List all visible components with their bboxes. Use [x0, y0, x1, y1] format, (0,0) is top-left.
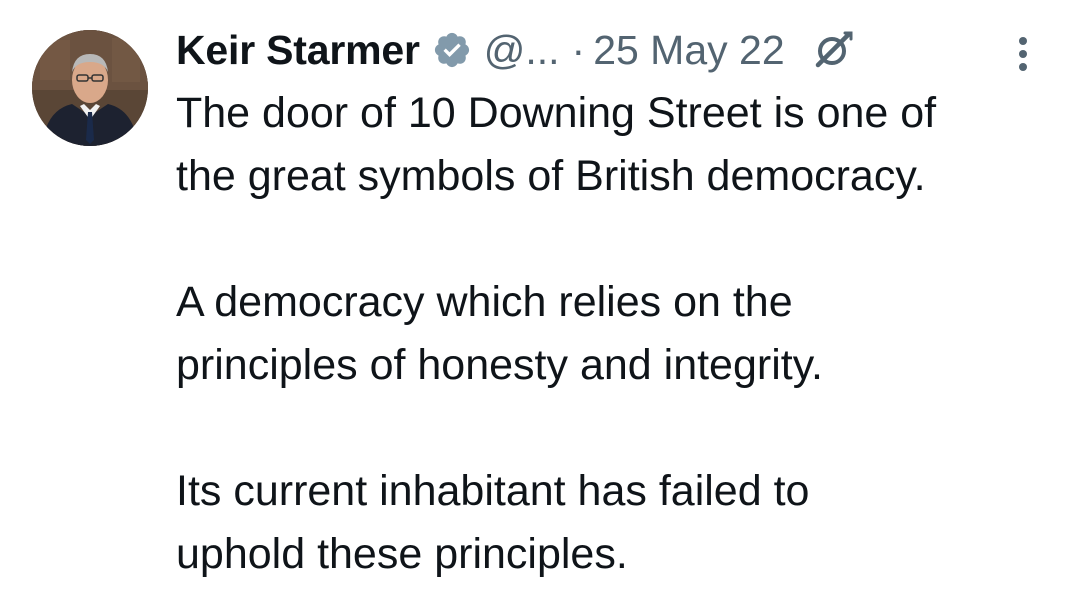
tweet-date[interactable]: 25 May 22: [593, 27, 784, 74]
tweet-text-line: the great symbols of British democracy.: [176, 152, 926, 200]
tweet-paragraph: Its current inhabitant has failed to uph…: [176, 460, 1066, 586]
verified-badge-icon[interactable]: [432, 30, 472, 70]
display-name[interactable]: Keir Starmer: [176, 27, 420, 74]
tweet-paragraph: A democracy which relies on the principl…: [176, 271, 1066, 397]
more-options-icon[interactable]: [1008, 34, 1038, 74]
tweet-text: The door of 10 Downing Street is one of …: [176, 82, 1066, 586]
avatar[interactable]: [32, 30, 148, 146]
tweet-text-line: Its current inhabitant has failed to: [176, 467, 810, 515]
separator-dot: ·: [571, 26, 586, 73]
tweet[interactable]: Keir Starmer @... · 25 May 22 The door o…: [0, 0, 1080, 606]
tweet-text-line: principles of honesty and integrity.: [176, 341, 823, 389]
avatar-image: [32, 30, 148, 146]
handle[interactable]: @...: [484, 27, 560, 74]
tweet-text-line: A democracy which relies on the: [176, 278, 793, 326]
tweet-text-line: uphold these principles.: [176, 530, 628, 578]
tweet-text-line: The door of 10 Downing Street is one of: [176, 89, 937, 137]
grok-icon[interactable]: [809, 25, 859, 75]
tweet-header: Keir Starmer @... · 25 May 22: [176, 20, 1056, 80]
tweet-paragraph: The door of 10 Downing Street is one of …: [176, 82, 1066, 208]
